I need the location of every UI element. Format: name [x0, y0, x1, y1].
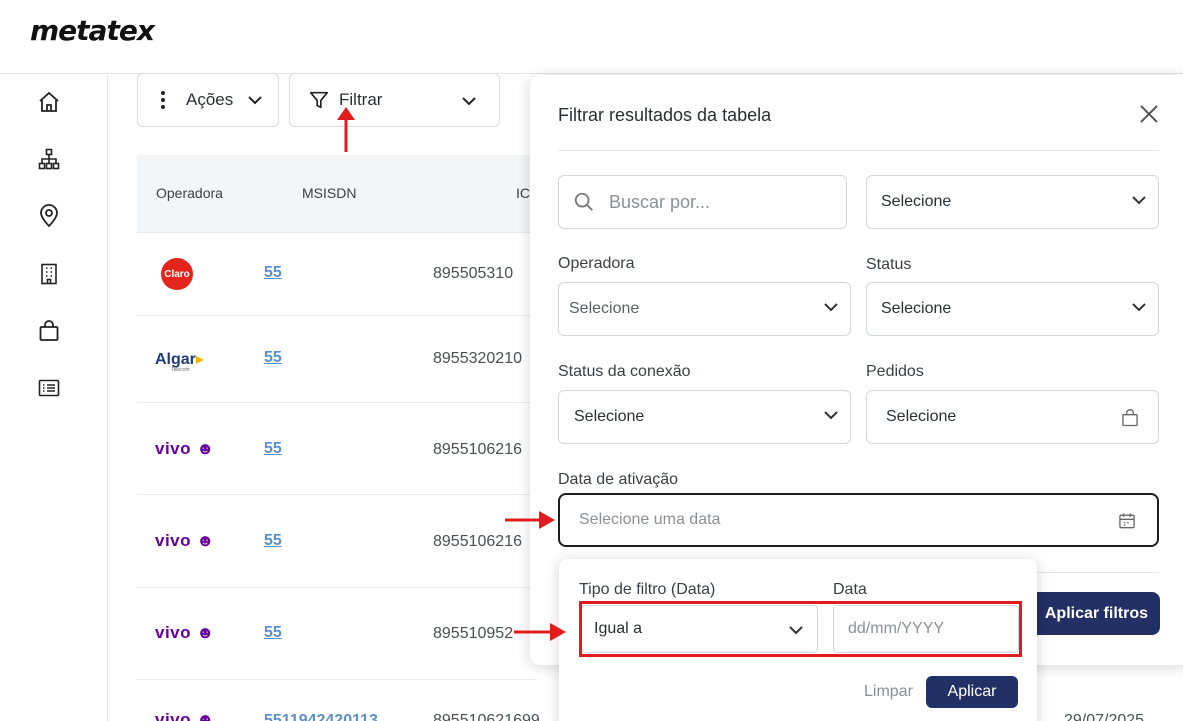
funnel-icon: [309, 91, 329, 109]
select-value: Selecione: [881, 300, 952, 317]
operator-logo: vivo ☻: [155, 623, 215, 642]
annotation-arrow-up: [337, 107, 355, 152]
column-header[interactable]: IC: [516, 185, 530, 201]
column-header[interactable]: MSISDN: [302, 185, 356, 201]
status-select[interactable]: Selecione: [866, 282, 1159, 336]
date-input[interactable]: dd/mm/YYYY: [833, 605, 1019, 653]
msisdn-link[interactable]: 55: [264, 264, 282, 282]
chevron-down-icon: [824, 303, 838, 312]
filter-type-select[interactable]: Igual a: [581, 605, 818, 653]
column-header[interactable]: Operadora: [156, 185, 223, 201]
msisdn-link[interactable]: 55: [264, 440, 282, 458]
calendar-icon: [1119, 513, 1135, 529]
table-row: vivo ☻ 55 895510952: [137, 588, 537, 680]
actions-label: Ações: [186, 90, 234, 109]
sidebar: [0, 75, 108, 721]
actions-dropdown-button[interactable]: Ações: [137, 73, 279, 127]
building-icon[interactable]: [36, 261, 62, 287]
date-cell: 29/07/2025: [1064, 712, 1145, 721]
annotation-arrow-right: [514, 623, 566, 641]
field-label: Tipo de filtro (Data): [579, 581, 716, 598]
msisdn-link[interactable]: 55: [264, 532, 282, 550]
field-label: Status da conexão: [558, 363, 691, 380]
chevron-down-icon: [1132, 196, 1146, 205]
chevron-down-icon: [1132, 303, 1146, 312]
status-conexao-select[interactable]: Selecione: [558, 390, 851, 444]
field-label: Operadora: [558, 255, 635, 272]
logo[interactable]: metatex: [30, 14, 155, 47]
apply-button[interactable]: Aplicar: [926, 676, 1018, 708]
field-label: Status: [866, 256, 912, 273]
table-row: vivo ☻ 55 8955106216: [137, 495, 537, 588]
activation-date-input[interactable]: Selecione uma data: [558, 493, 1159, 547]
field-label: Data de ativação: [558, 471, 679, 488]
field-label: Data: [833, 581, 867, 598]
msisdn-link[interactable]: 55: [264, 349, 282, 367]
divider: [558, 150, 1159, 151]
kebab-icon: [161, 91, 165, 109]
iccid-cell: 8955106216: [433, 533, 522, 550]
clear-button[interactable]: Limpar: [864, 683, 913, 701]
panel-title: Filtrar resultados da tabela: [558, 105, 772, 125]
iccid-cell: 895510952: [433, 625, 514, 642]
filter-dropdown-button[interactable]: Filtrar: [289, 73, 500, 127]
operadora-select[interactable]: Selecione: [558, 282, 851, 336]
shopping-bag-icon[interactable]: [36, 318, 62, 344]
chevron-down-icon: [824, 411, 838, 420]
search-icon: [574, 192, 593, 211]
date-placeholder: Selecione uma data: [579, 511, 721, 528]
iccid-cell: 895505310: [433, 265, 514, 282]
iccid-cell: 895510621699: [433, 712, 540, 721]
chevron-down-icon: [248, 96, 262, 105]
search-input[interactable]: Buscar por...: [558, 175, 847, 229]
iccid-cell: 8955106216: [433, 441, 522, 458]
operator-logo: Claro: [161, 258, 193, 290]
table-row: Algar▸ Telecom 55 8955320210: [137, 316, 537, 403]
select-value: Igual a: [594, 620, 643, 637]
select-value: Selecione: [574, 408, 645, 425]
list-icon[interactable]: [36, 375, 62, 401]
date-placeholder: dd/mm/YYYY: [848, 620, 945, 637]
msisdn-link[interactable]: 55: [264, 624, 282, 642]
home-icon[interactable]: [36, 89, 62, 115]
table-row: Claro 55 895505310: [137, 233, 537, 316]
select-value: Selecione: [886, 408, 957, 425]
date-filter-popover: Tipo de filtro (Data) Data Igual a dd/mm…: [559, 559, 1037, 721]
top-bar: metatex: [0, 0, 1183, 74]
operator-logo: Algar▸ Telecom: [155, 351, 204, 373]
pedidos-select[interactable]: Selecione: [866, 390, 1159, 444]
select-value: Selecione: [569, 300, 640, 317]
annotation-arrow-right: [505, 511, 555, 529]
operator-logo: vivo ☻: [155, 439, 215, 458]
select-value: Selecione: [881, 193, 952, 210]
search-scope-select[interactable]: Selecione: [866, 175, 1159, 229]
table-header: Operadora MSISDN IC: [137, 155, 537, 233]
chevron-down-icon: [462, 97, 476, 106]
table-row: vivo ☻ 5511942420113 895510621699: [137, 680, 540, 721]
operator-logo: vivo ☻: [155, 531, 215, 550]
shopping-bag-icon: [1122, 409, 1138, 427]
apply-filters-button[interactable]: Aplicar filtros: [1030, 592, 1160, 635]
table-row: vivo ☻ 55 8955106216: [137, 403, 537, 495]
field-label: Pedidos: [866, 363, 924, 380]
iccid-cell: 8955320210: [433, 350, 522, 367]
msisdn-link[interactable]: 5511942420113: [264, 712, 378, 721]
close-icon[interactable]: [1138, 103, 1160, 125]
search-placeholder: Buscar por...: [609, 191, 711, 212]
map-pin-icon[interactable]: [36, 203, 62, 229]
chevron-down-icon: [789, 626, 803, 635]
operator-logo: vivo ☻: [155, 710, 215, 721]
sitemap-icon[interactable]: [36, 146, 62, 172]
